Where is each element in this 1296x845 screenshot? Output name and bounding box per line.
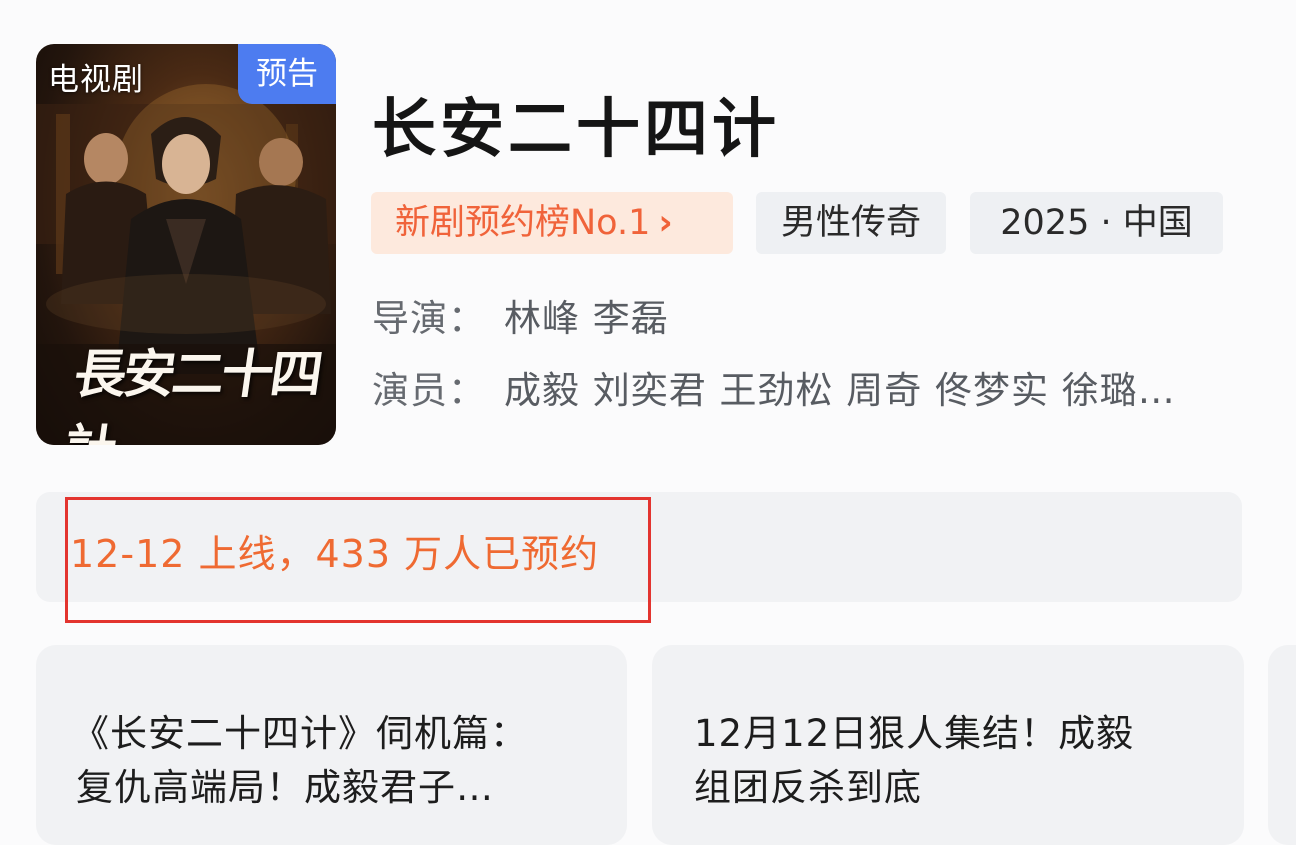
poster-type-label: 电视剧 — [48, 62, 144, 98]
trailer-badge: 预告 — [238, 44, 336, 104]
year-region-tag: 2025 · 中国 — [970, 192, 1223, 254]
ranking-tag-label: 新剧预约榜No.1 — [395, 203, 651, 243]
highlight-annotation-box — [65, 497, 651, 623]
article-card-title-line-2: 组团反杀到底 — [694, 766, 922, 809]
cast-row[interactable]: 演员： 成毅 刘奕君 王劲松 周奇 佟梦实 徐璐… — [372, 360, 1176, 414]
cast-label: 演员： — [372, 369, 486, 412]
genre-tag: 男性传奇 — [756, 192, 946, 254]
article-card-partial[interactable] — [1268, 645, 1296, 845]
chevron-right-icon: › — [658, 203, 673, 243]
article-card[interactable]: 12月12日狠人集结！成毅 组团反杀到底 — [652, 645, 1244, 845]
director-names: 林峰 李磊 — [504, 297, 669, 340]
article-card[interactable]: 《长安二十四计》伺机篇： 复仇高端局！成毅君子… — [36, 645, 627, 845]
director-row: 导演： 林峰 李磊 — [372, 288, 669, 342]
poster-title-logo: 長安二十四計 — [60, 344, 324, 445]
director-label: 导演： — [372, 297, 486, 340]
article-card-title-line-1: 12月12日狠人集结！成毅 — [694, 712, 1135, 755]
article-card-title-line-2: 复仇高端局！成毅君子… — [76, 766, 494, 809]
article-card-title-line-1: 《长安二十四计》伺机篇： — [72, 712, 528, 755]
show-title: 长安二十四计 — [372, 93, 780, 167]
ranking-tag[interactable]: 新剧预约榜No.1 › — [371, 192, 733, 254]
show-poster[interactable]: 电视剧 预告 長安二十四計 — [36, 44, 336, 445]
cast-names: 成毅 刘奕君 王劲松 周奇 佟梦实 徐璐… — [504, 369, 1176, 412]
show-detail-page: 电视剧 预告 長安二十四計 长安二十四计 新剧预约榜No.1 › 男性传奇 202… — [0, 0, 1296, 845]
